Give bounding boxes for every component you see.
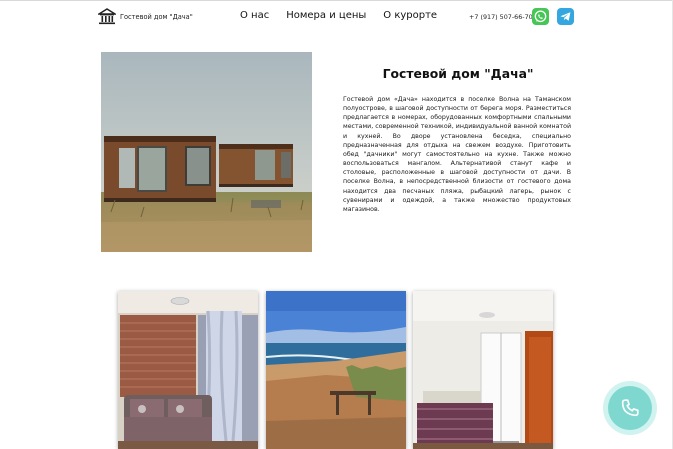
call-button[interactable] <box>608 386 652 430</box>
site-header: Гостевой дом "Дача" О нас Номера и цены … <box>0 0 673 34</box>
guesthouse-description: Гостевой дом «Дача» находится в поселке … <box>343 96 571 213</box>
phone-icon <box>621 399 639 417</box>
whatsapp-icon[interactable] <box>532 8 549 25</box>
gallery-photo-sea-view[interactable] <box>266 291 406 449</box>
gallery-photo-living-room[interactable] <box>118 291 258 449</box>
photo-gallery <box>118 291 555 449</box>
hero-photo-cabins <box>101 52 312 252</box>
logo-text: Гостевой дом "Дача" <box>120 12 193 21</box>
main-nav: О нас Номера и цены О курорте <box>240 10 437 21</box>
nav-item-rooms-prices[interactable]: Номера и цены <box>286 10 366 21</box>
house-logo-icon <box>98 8 116 25</box>
page-title: Гостевой дом "Дача" <box>382 66 534 81</box>
telegram-icon[interactable] <box>557 8 574 25</box>
gallery-photo-bedroom[interactable] <box>413 291 553 449</box>
nav-item-resort[interactable]: О курорте <box>383 10 437 21</box>
phone-number[interactable]: +7 (917) 507-66-70 <box>469 13 533 21</box>
site-logo[interactable]: Гостевой дом "Дача" <box>98 8 193 25</box>
nav-item-about[interactable]: О нас <box>240 10 269 21</box>
